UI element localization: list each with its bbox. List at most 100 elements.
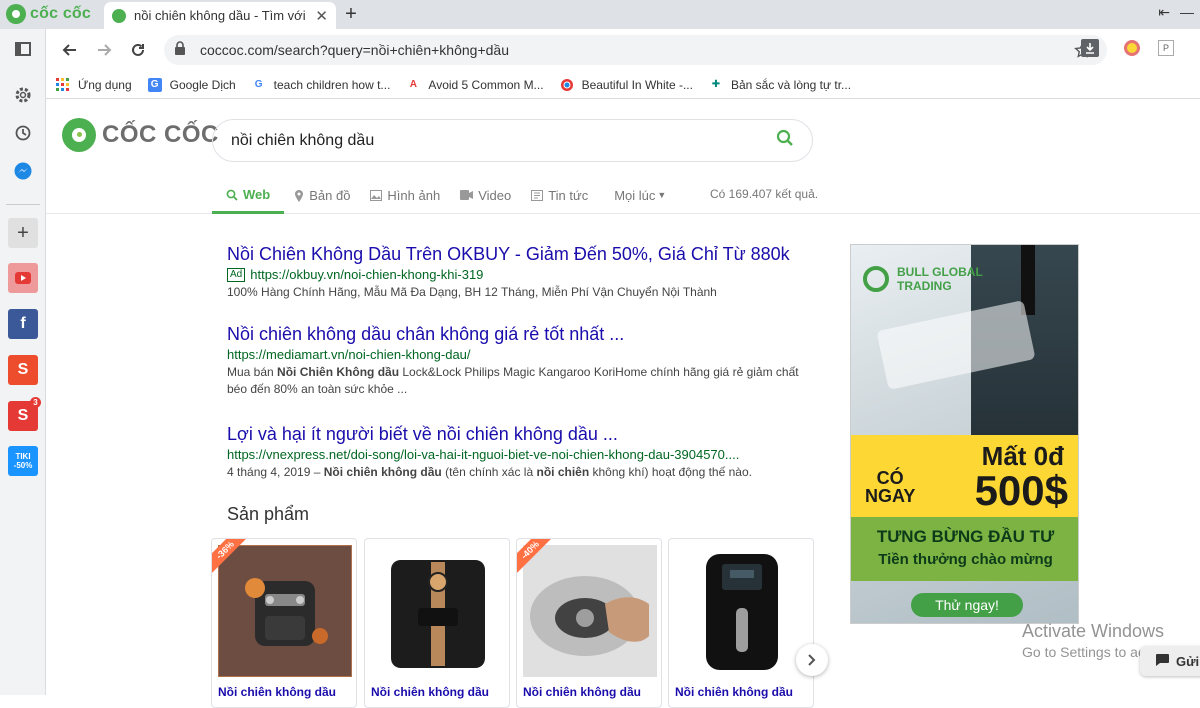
back-button[interactable]	[58, 38, 82, 62]
bookmark-label: teach children how t...	[273, 77, 391, 92]
bookmark-beautiful[interactable]: Beautiful In White -...	[560, 78, 693, 92]
result-url[interactable]: Ad https://okbuy.vn/noi-chien-khong-khi-…	[227, 267, 807, 282]
coccoc-home-logo[interactable]: CỐC CỐC	[62, 118, 219, 152]
close-tab-icon[interactable]: ✕	[315, 7, 328, 25]
coccoc-logo-icon	[62, 118, 96, 152]
google-translate-icon: G	[147, 77, 162, 92]
lock-icon[interactable]	[174, 40, 190, 60]
search-result: Lợi và hại ít người biết về nồi chiên kh…	[227, 424, 807, 481]
ad-badge: Ad	[227, 267, 246, 282]
product-title-link[interactable]: Nồi chiên không dầu	[523, 685, 641, 699]
result-url[interactable]: https://vnexpress.net/doi-song/loi-va-ha…	[227, 447, 807, 462]
sidebar-toggle-icon[interactable]	[8, 34, 38, 64]
time-filter-dropdown[interactable]: Mọi lúc ▼	[604, 178, 676, 212]
product-card[interactable]: Nồi chiên không dầu	[364, 538, 510, 708]
messenger-icon[interactable]	[8, 156, 38, 186]
tab-label: Bản đồ	[309, 187, 351, 203]
next-products-button[interactable]	[796, 644, 828, 676]
result-count: Có 169.407 kết quả.	[710, 187, 819, 201]
result-title-link[interactable]: Nồi Chiên Không Dầu Trên OKBUY - Giảm Đế…	[227, 244, 807, 265]
tab-search-icon[interactable]: ⇤	[1158, 4, 1170, 21]
tab-label: Mọi lúc	[614, 187, 656, 203]
result-url-text[interactable]: https://okbuy.vn/noi-chien-khong-khi-319	[250, 267, 483, 282]
search-result: Nồi chiên không dầu chân không giá rẻ tố…	[227, 324, 807, 398]
tab-images[interactable]: Hình ảnh	[360, 178, 450, 212]
shopee-shortcut[interactable]: S	[8, 355, 38, 385]
tab-label: Tin tức	[548, 187, 589, 203]
ad-brand: BULL GLOBAL TRADING	[863, 265, 983, 293]
result-title-link[interactable]: Lợi và hại ít người biết về nồi chiên kh…	[227, 424, 807, 445]
result-snippet: Mua bán Nồi Chiên Không dầu Lock&Lock Ph…	[227, 364, 807, 398]
download-icon[interactable]	[1081, 39, 1099, 57]
ad-line: Tiền thưởng chào mừng	[878, 551, 1053, 568]
tab-label: Video	[478, 187, 512, 203]
bookmark-label: Google Dịch	[169, 77, 236, 92]
bookmark-ban-sac[interactable]: ✚ Bản sắc và lòng tự tr...	[709, 78, 851, 92]
reload-icon	[132, 43, 144, 56]
map-pin-icon	[294, 189, 304, 202]
search-icon[interactable]	[776, 129, 794, 152]
ad-text: NGAY	[865, 486, 916, 506]
settings-gear-icon[interactable]	[8, 80, 38, 110]
facebook-shortcut[interactable]: f	[8, 309, 38, 339]
snippet-highlight: Nồi chiên không dầu	[323, 465, 442, 479]
coccoc-menu-button[interactable]: cốc cốc	[6, 3, 91, 25]
bookmark-apps[interactable]: Ứng dụng	[56, 77, 132, 92]
search-tabs: Web Bản đồ Hình ảnh Video Tin tức Mọi lú…	[212, 178, 676, 214]
result-url[interactable]: https://mediamart.vn/noi-chien-khong-dau…	[227, 347, 807, 362]
browser-tab[interactable]: nồi chiên không dầu - Tìm với Cốc Cốc ✕	[104, 2, 336, 29]
bookmark-label: Bản sắc và lòng tự tr...	[730, 77, 852, 92]
ad-brand-name: BULL GLOBAL TRADING	[897, 265, 983, 293]
tab-maps[interactable]: Bản đồ	[284, 178, 360, 212]
youtube-icon	[8, 263, 38, 293]
snippet-highlight: nồi chiên	[536, 465, 590, 479]
sendo-shortcut[interactable]: S3	[8, 397, 41, 431]
brand-text: cốc cốc	[30, 5, 91, 22]
product-card[interactable]: -40% Nồi chiên không dầu	[516, 538, 662, 708]
address-bar[interactable]: coccoc.com/search?query=nồi+chiên+không+…	[164, 35, 1107, 65]
chrome-icon	[560, 78, 574, 92]
minimize-icon[interactable]: —	[1180, 4, 1194, 20]
add-shortcut-button[interactable]: +	[8, 218, 38, 248]
bookmark-avoid[interactable]: A Avoid 5 Common M...	[406, 77, 544, 92]
new-tab-button[interactable]: +	[340, 2, 362, 26]
bookmark-google-translate[interactable]: G Google Dịch	[147, 77, 236, 92]
ad-cta-button[interactable]: Thử ngay!	[911, 593, 1023, 617]
air-fryer-image	[523, 545, 657, 677]
ad-sub-headline: CÓ NGAY	[865, 469, 915, 505]
product-title-link[interactable]: Nồi chiên không dầu	[218, 685, 336, 699]
news-icon	[531, 189, 544, 201]
product-title-link[interactable]: Nồi chiên không dầu	[675, 685, 793, 699]
history-icon[interactable]	[8, 118, 38, 148]
url-text[interactable]: coccoc.com/search?query=nồi+chiên+không+…	[200, 42, 509, 58]
youtube-shortcut[interactable]	[8, 263, 38, 293]
tab-news[interactable]: Tin tức	[521, 178, 598, 212]
sidebar: + f S S3 TIKI -50%	[0, 29, 46, 695]
air-fryer-image	[218, 545, 352, 677]
notification-badge: 3	[30, 397, 41, 408]
chat-send-button[interactable]: Gửi	[1140, 646, 1200, 676]
ad-brand-line: TRADING	[897, 279, 952, 293]
search-query[interactable]: nồi chiên không dầu	[231, 132, 776, 150]
search-icon	[226, 189, 238, 201]
product-card[interactable]: Nồi chiên không dầu	[668, 538, 814, 708]
bookmark-google-search[interactable]: G teach children how t...	[252, 78, 391, 92]
extension-icon[interactable]	[1124, 40, 1140, 56]
product-card[interactable]: -36% Nồi chiên không dầu	[211, 538, 357, 708]
search-input[interactable]: nồi chiên không dầu	[212, 119, 813, 162]
extension-p-icon[interactable]: P	[1158, 40, 1174, 56]
result-title-link[interactable]: Nồi chiên không dầu chân không giá rẻ tố…	[227, 324, 807, 345]
ad-banner[interactable]: BULL GLOBAL TRADING Mất 0đ CÓ NGAY 500$ …	[850, 244, 1079, 624]
tab-web[interactable]: Web	[212, 178, 285, 214]
snippet-text: không khí) hoạt động thế nào.	[589, 465, 752, 479]
tab-video[interactable]: Video	[450, 178, 521, 212]
reload-button[interactable]	[126, 38, 150, 62]
product-title-link[interactable]: Nồi chiên không dầu	[371, 685, 489, 699]
coccoc-logo-icon	[6, 4, 26, 24]
bookmark-label: Avoid 5 Common M...	[428, 77, 544, 92]
forward-button[interactable]	[92, 38, 116, 62]
search-header: CỐC CỐC nồi chiên không dầu Web Bản đồ H…	[46, 100, 1200, 214]
tab-title: nồi chiên không dầu - Tìm với Cốc Cốc	[134, 8, 309, 23]
tab-label: Web	[243, 187, 271, 202]
tiki-shortcut[interactable]: TIKI -50%	[8, 446, 38, 476]
